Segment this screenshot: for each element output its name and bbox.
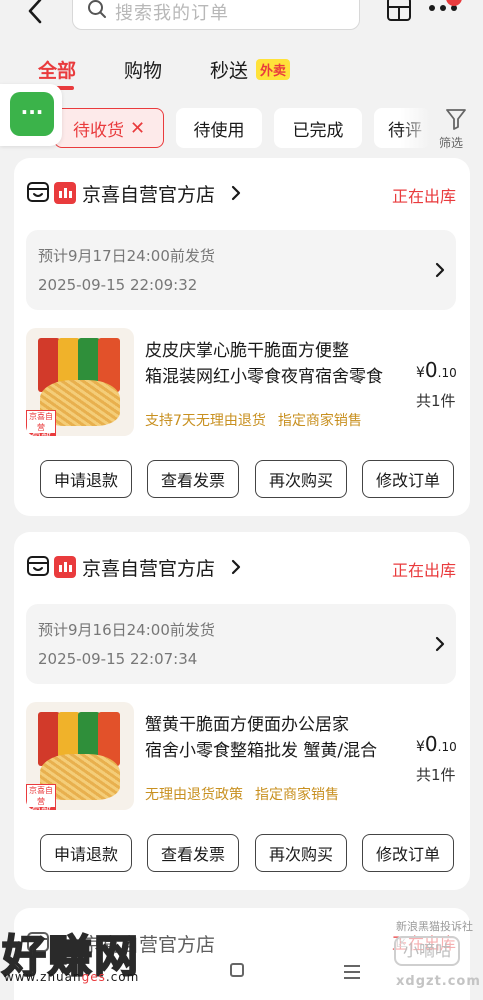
shop-name[interactable]: 京喜自营官方店 (82, 554, 215, 581)
watermark-left: 好赚网 www.zhuanges.com (0, 910, 200, 990)
watermark-url-c: .com (105, 970, 140, 984)
search-placeholder: 搜索我的订单 (115, 3, 229, 24)
tab-instant[interactable]: 秒送 (210, 56, 248, 83)
chevron-right-icon (231, 559, 241, 575)
order-status: 正在出库 (391, 561, 456, 580)
view-invoice-button[interactable]: 查看发票 (147, 460, 239, 498)
chevron-right-icon (435, 262, 445, 278)
policy-return: 支持7天无理由退货 (145, 413, 266, 429)
currency-symbol: ¥ (416, 739, 425, 755)
shop-row[interactable]: 京喜自营官方店 正在出库 (26, 180, 456, 210)
refund-button[interactable]: 申请退款 (40, 460, 132, 498)
tag-bottom: 包邮 (27, 433, 55, 436)
chip-label: 已完成 (292, 120, 344, 141)
tag-top: 京喜自营 (29, 786, 53, 806)
floating-menu-button[interactable]: ··· (10, 92, 54, 136)
chevron-right-icon (231, 185, 241, 201)
shop-name[interactable]: 京喜自营官方店 (82, 180, 215, 207)
jd-self-operated-icon (54, 556, 76, 578)
status-filter-bar: 待收货 ✕ 待使用 已完成 待评 筛选 (0, 104, 483, 154)
view-invoice-button[interactable]: 查看发票 (147, 834, 239, 872)
product-title[interactable]: 皮皮庆掌心脆干脆面方便整 箱混装网红小零食夜宵宿舍零食 (145, 338, 385, 390)
watermark-right-bottom: xdgzt.com (396, 974, 481, 989)
jd-self-operated-icon (54, 182, 76, 204)
buy-again-button[interactable]: 再次购买 (255, 834, 347, 872)
modify-order-button[interactable]: 修改订单 (362, 460, 454, 498)
price-integer: 0 (424, 358, 438, 382)
product-price: ¥0.10 (416, 732, 457, 756)
product-image[interactable]: 京喜自营 包邮 (26, 702, 134, 810)
order-card[interactable]: 京喜自营官方店 正在出库 预计9月16日24:00前发货 2025-09-15 … (14, 532, 470, 890)
chip-to-use[interactable]: 待使用 (176, 108, 262, 148)
watermark-url: www.zhuanges.com (4, 970, 139, 984)
watermark-right-mid: 小嘀咕 (394, 936, 460, 966)
back-arrow-icon[interactable] (24, 0, 48, 26)
order-status: 正在出库 (391, 187, 456, 206)
product-title-line1: 蟹黄干脆面方便面办公居家 (145, 715, 349, 735)
order-type-tabs: 全部 购物 秒送 外卖 (0, 52, 483, 92)
chevron-right-icon (435, 636, 445, 652)
ship-estimate: 预计9月16日24:00前发货 (38, 621, 215, 639)
filter-funnel-icon (446, 109, 466, 130)
category-grid-icon[interactable] (386, 0, 412, 22)
search-input[interactable]: 搜索我的订单 (72, 0, 360, 30)
ship-estimate: 预计9月17日24:00前发货 (38, 247, 215, 265)
filter-label: 筛选 (439, 136, 464, 150)
filter-button[interactable]: 筛选 (436, 106, 476, 150)
order-card[interactable]: 京喜自营官方店 正在出库 预计9月17日24:00前发货 2025-09-15 … (14, 158, 470, 516)
jingxi-tag: 京喜自营 包邮 (26, 410, 56, 436)
price-integer: 0 (424, 732, 438, 756)
product-title-line2: 箱混装网红小零食夜宵宿舍零食 (145, 367, 383, 387)
jingxi-tag: 京喜自营 包邮 (26, 784, 56, 810)
search-icon (88, 0, 106, 18)
currency-symbol: ¥ (416, 365, 425, 381)
tag-top: 京喜自营 (29, 412, 53, 432)
watermark-url-a: www.zhuan (4, 970, 82, 984)
refund-button[interactable]: 申请退款 (40, 834, 132, 872)
product-title-line2: 宿舍小零食整箱批发 蟹黄/混合 (145, 741, 378, 761)
order-time: 2025-09-15 22:07:34 (38, 650, 198, 668)
shipping-info[interactable]: 预计9月16日24:00前发货 2025-09-15 22:07:34 (26, 604, 456, 684)
tab-all[interactable]: 全部 (38, 56, 76, 83)
shop-icon (27, 556, 49, 576)
menu-lines-icon[interactable] (344, 965, 360, 983)
chip-label: 待使用 (193, 120, 245, 141)
order-time: 2025-09-15 22:09:32 (38, 276, 198, 294)
buy-again-button[interactable]: 再次购买 (255, 460, 347, 498)
product-title-line1: 皮皮庆掌心脆干脆面方便整 (145, 341, 349, 361)
item-count: 共1件 (416, 392, 456, 410)
takeout-badge: 外卖 (256, 59, 291, 80)
watermark-url-b: ges (81, 970, 106, 984)
tab-shopping[interactable]: 购物 (124, 56, 162, 83)
home-square-icon[interactable] (230, 963, 244, 977)
close-icon[interactable]: ✕ (130, 118, 145, 139)
policy-line: 无理由退货政策 指定商家销售 (145, 784, 339, 804)
watermark-right: 新浪黑猫投诉社区 小嘀咕 xdgzt.com (388, 918, 483, 998)
scroll-fade (400, 104, 430, 154)
chip-pending-receipt[interactable]: 待收货 ✕ (54, 108, 164, 148)
price-decimal: .10 (437, 366, 457, 380)
policy-return: 无理由退货政策 (145, 787, 243, 803)
shipping-info[interactable]: 预计9月17日24:00前发货 2025-09-15 22:09:32 (26, 230, 456, 310)
policy-seller: 指定商家销售 (255, 787, 339, 803)
product-image[interactable]: 京喜自营 包邮 (26, 328, 134, 436)
floating-widget: ··· (0, 84, 62, 146)
chip-completed[interactable]: 已完成 (274, 108, 362, 148)
item-count: 共1件 (416, 766, 456, 784)
product-price: ¥0.10 (416, 358, 457, 382)
modify-order-button[interactable]: 修改订单 (362, 834, 454, 872)
shop-row[interactable]: 京喜自营官方店 正在出库 (26, 554, 456, 584)
top-bar: 搜索我的订单 (0, 0, 483, 40)
tag-bottom: 包邮 (27, 807, 55, 810)
policy-seller: 指定商家销售 (277, 413, 362, 429)
policy-line: 支持7天无理由退货 指定商家销售 (145, 410, 362, 430)
chip-label: 待收货 (72, 120, 124, 141)
price-decimal: .10 (437, 740, 457, 754)
shop-icon (27, 182, 49, 202)
product-title[interactable]: 蟹黄干脆面方便面办公居家 宿舍小零食整箱批发 蟹黄/混合 (145, 712, 385, 764)
